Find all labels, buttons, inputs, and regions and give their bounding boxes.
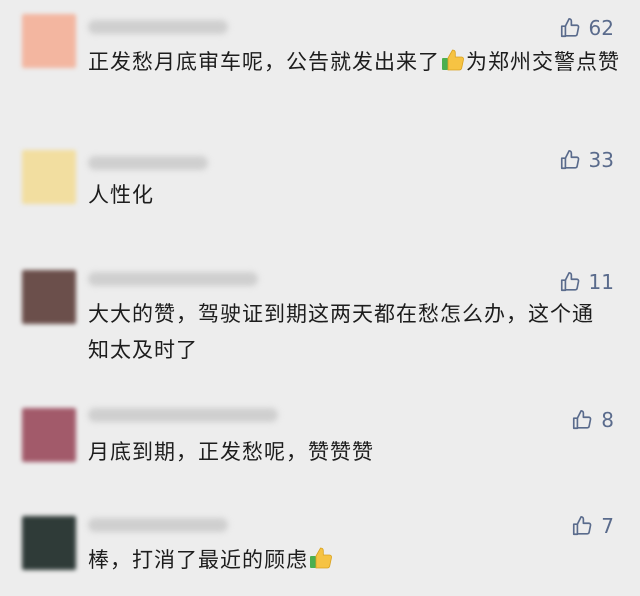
avatar[interactable] [22,408,76,462]
avatar[interactable] [22,516,76,570]
like-button[interactable]: 33 [559,148,614,172]
comment-list: 62 正发愁月底审车呢，公告就发出来了 为郑州交警点赞 33 人性化 11 大大… [0,0,640,596]
username[interactable] [88,518,228,532]
avatar[interactable] [22,14,76,68]
like-count: 11 [588,270,614,294]
thumbs-up-icon [559,149,581,171]
like-button[interactable]: 7 [571,514,614,538]
thumbs-up-icon [559,17,581,39]
comment-text: 正发愁月底审车呢，公告就发出来了 为郑州交警点赞 [88,44,628,80]
thumbs-up-emoji-icon [308,545,334,571]
comment-text: 月底到期，正发愁呢，赞赞赞 [88,440,374,464]
thumbs-up-emoji-icon [440,47,466,73]
like-count: 7 [601,514,614,538]
thumbs-up-icon [571,409,593,431]
comment-text: 人性化 [88,183,154,207]
like-count: 8 [601,408,614,432]
thumbs-up-icon [571,515,593,537]
username[interactable] [88,408,278,422]
like-button[interactable]: 11 [559,270,614,294]
username[interactable] [88,156,208,170]
thumbs-up-icon [559,271,581,293]
comment-text: 大大的赞，驾驶证到期这两天都在愁怎么办，这个通知太及时了 [88,302,594,362]
username[interactable] [88,272,258,286]
username[interactable] [88,20,228,34]
like-count: 62 [588,16,614,40]
like-button[interactable]: 8 [571,408,614,432]
like-button[interactable]: 62 [559,16,614,40]
comment-text: 棒，打消了最近的顾虑 [88,542,628,578]
avatar[interactable] [22,150,76,204]
avatar[interactable] [22,270,76,324]
like-count: 33 [588,148,614,172]
